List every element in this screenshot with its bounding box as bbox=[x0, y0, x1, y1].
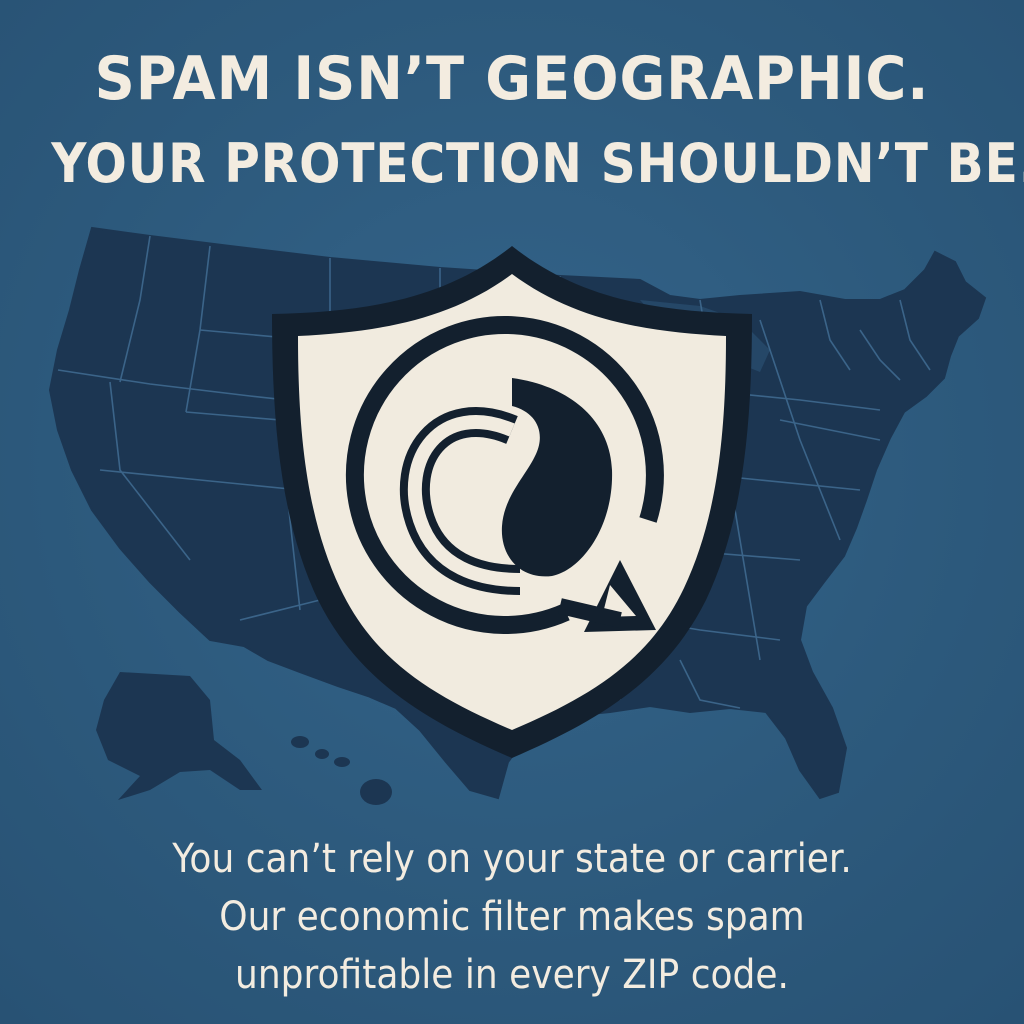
body-copy: You can’t rely on your state or carrier.… bbox=[0, 830, 1024, 1004]
hawaii bbox=[291, 736, 392, 805]
alaska bbox=[96, 672, 262, 800]
body-line-2: Our economic filter makes spam bbox=[219, 894, 805, 940]
body-line-3: unprofitable in every ZIP code. bbox=[235, 952, 789, 998]
body-line-1: You can’t rely on your state or carrier. bbox=[172, 836, 852, 882]
